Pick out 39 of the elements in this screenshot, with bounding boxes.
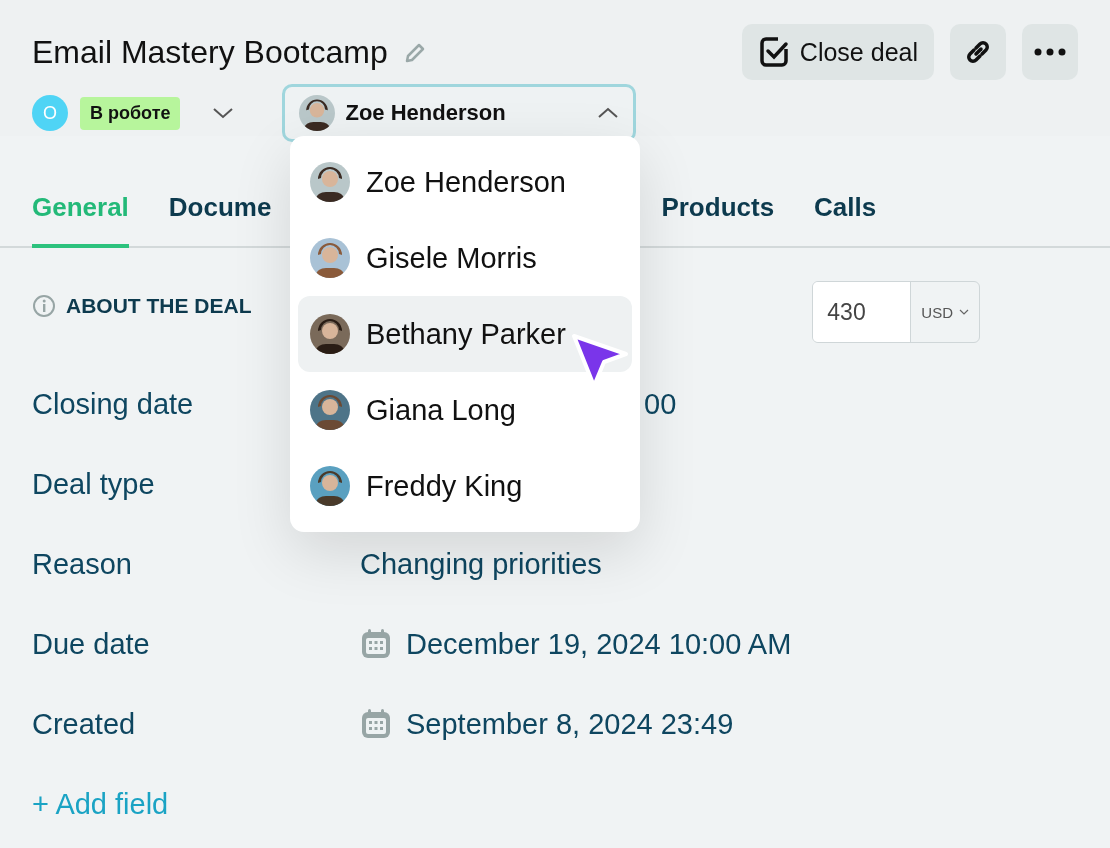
field-value: Changing priorities [360,547,602,581]
assignee-option[interactable]: Bethany Parker [298,296,632,372]
assignee-option[interactable]: Freddy King [298,448,632,524]
avatar-icon [310,314,350,354]
assignee-option[interactable]: Gisele Morris [298,220,632,296]
assignee-option[interactable]: Giana Long [298,372,632,448]
field-value: September 8, 2024 23:49 [406,707,734,741]
close-deal-button[interactable]: Close deal [741,24,934,80]
section-title: ABOUT THE DEAL [66,294,252,318]
amount-field[interactable]: 430 USD [812,281,980,343]
assignee-option[interactable]: Zoe Henderson [298,144,632,220]
avatar-icon [299,95,336,131]
tab[interactable]: Products [661,156,775,248]
field-label: Reason [32,547,132,580]
tab[interactable]: Docume [168,156,272,248]
status-badge: В роботе [80,96,181,130]
assignee-select[interactable]: Zoe Henderson [282,84,637,142]
field-label: Due date [32,627,150,660]
avatar-icon [310,390,350,430]
more-button[interactable] [1022,24,1078,80]
info-icon [32,294,56,318]
tab[interactable]: Calls [814,156,877,248]
field-value: December 19, 2024 10:00 AM [406,627,792,661]
field-label: Deal type [32,467,155,500]
chevron-down-icon [959,309,969,315]
avatar-icon [310,466,350,506]
avatar-icon [310,238,350,278]
user-avatar: O [32,95,68,131]
field-value: 00 [644,387,677,421]
deal-title: Email Mastery Bootcamp [32,34,388,71]
calendar-icon [360,708,392,740]
more-icon [1034,48,1066,56]
chevron-down-icon[interactable] [212,107,235,119]
link-button[interactable] [950,24,1006,80]
chevron-icon [597,107,620,119]
calendar-icon [360,628,392,660]
avatar-icon [310,162,350,202]
field-label: Closing date [32,387,194,420]
field-label: Created [32,707,136,740]
